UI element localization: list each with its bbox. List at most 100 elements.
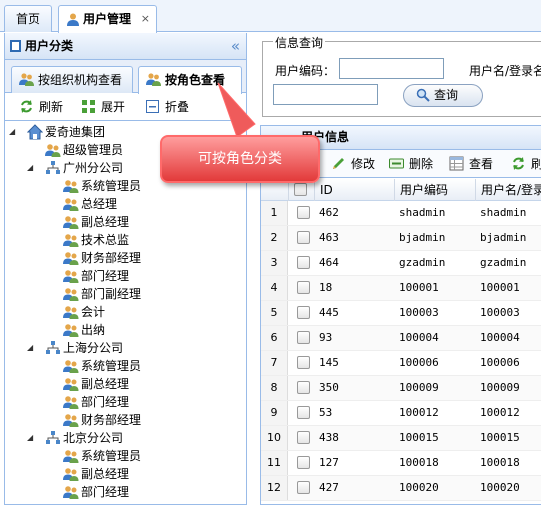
users-icon (63, 234, 79, 247)
row-checkbox[interactable] (297, 231, 310, 244)
delete-icon (389, 158, 404, 169)
row-checkbox[interactable] (297, 481, 310, 494)
row-checkbox[interactable] (297, 456, 310, 469)
tree-node-label: 副总经理 (81, 215, 130, 229)
table-row[interactable]: 8 350 100009 100009 (261, 376, 541, 401)
users-icon (63, 396, 79, 409)
row-number: 6 (261, 326, 288, 350)
users-icon (45, 144, 61, 157)
grid-refresh-button[interactable]: 刷 (511, 156, 541, 172)
view-label: 查看 (469, 157, 494, 171)
users-icon (63, 468, 79, 481)
grid-refresh-label: 刷 (531, 157, 541, 171)
tree-toolbar: 刷新 展开 折叠 (5, 93, 246, 121)
collapse-tree-icon (146, 100, 159, 113)
users-icon (63, 198, 79, 211)
cell-user-code: 100015 (399, 431, 439, 444)
edit-icon (333, 158, 344, 169)
table-row[interactable]: 7 145 100006 100006 (261, 351, 541, 376)
table-row[interactable]: 5 445 100003 100003 (261, 301, 541, 326)
cell-username: 100001 (480, 281, 520, 294)
row-checkbox[interactable] (297, 406, 310, 419)
edit-button[interactable]: 修改 (331, 156, 375, 172)
col-username[interactable]: 用户名/登录 (475, 179, 541, 201)
user-category-panel: 用户分类 « 按组织机构查看 按角色查看 刷新 展开 折叠 ◢ 爱奇迪集团 超级… (4, 33, 247, 505)
tree-node-label: 上海分公司 (63, 341, 124, 355)
cell-id: 445 (319, 306, 339, 319)
tab-by-org-label: 按组织机构查看 (38, 73, 123, 87)
table-row[interactable]: 12 427 100020 100020 (261, 476, 541, 501)
table-row[interactable]: 1 462 shadmin shadmin (261, 201, 541, 226)
cell-id: 462 (319, 206, 339, 219)
table-row[interactable]: 11 127 100018 100018 (261, 451, 541, 476)
tab-by-org[interactable]: 按组织机构查看 (11, 66, 133, 93)
table-row[interactable]: 6 93 100004 100004 (261, 326, 541, 351)
row-checkbox[interactable] (297, 431, 310, 444)
row-checkbox[interactable] (297, 306, 310, 319)
delete-button[interactable]: 删除 (389, 156, 433, 172)
collapse-node-icon[interactable]: ◢ (27, 164, 35, 172)
tree-node-label: 系统管理员 (81, 449, 142, 463)
expand-label: 展开 (101, 100, 126, 114)
query-fieldset: 信息查询 用户编码： 用户名/登录名 查询 (262, 34, 541, 117)
user-info-panel: 信息查询 用户编码： 用户名/登录名 查询 用户信息 修改 删除 查看 刷 ID… (252, 33, 541, 505)
row-number: 8 (261, 376, 288, 400)
collapse-node-icon[interactable]: ◢ (27, 344, 35, 352)
select-all-checkbox[interactable] (294, 183, 307, 196)
col-user-code[interactable]: 用户编码 (394, 179, 475, 201)
collapse-node-icon[interactable]: ◢ (27, 434, 35, 442)
fold-button[interactable]: 折叠 (145, 99, 189, 115)
edit-label: 修改 (351, 157, 376, 171)
row-checkbox[interactable] (297, 256, 310, 269)
query-button[interactable]: 查询 (403, 84, 483, 107)
cell-user-code: 100003 (399, 306, 439, 319)
table-row[interactable]: 10 438 100015 100015 (261, 426, 541, 451)
users-icon (63, 486, 79, 499)
panel-icon (10, 40, 21, 52)
users-icon (63, 288, 79, 301)
expand-button[interactable]: 展开 (81, 99, 125, 115)
cell-id: 127 (319, 456, 339, 469)
cell-id: 18 (319, 281, 333, 294)
tab-home[interactable]: 首页 (4, 5, 52, 32)
tree-node-label: 部门经理 (81, 269, 130, 283)
user-code-input[interactable] (339, 58, 444, 79)
row-checkbox[interactable] (297, 331, 310, 344)
role-users-icon (146, 73, 161, 86)
tree-node-label: 副总经理 (81, 467, 130, 481)
col-id[interactable]: ID (314, 179, 394, 201)
row-checkbox[interactable] (297, 356, 310, 369)
cell-username: 100004 (480, 331, 520, 344)
cell-user-code: 100004 (399, 331, 439, 344)
table-row[interactable]: 4 18 100001 100001 (261, 276, 541, 301)
tree-node-label: 部门经理 (81, 485, 130, 499)
close-icon[interactable]: × (141, 6, 150, 32)
cell-user-code: 100009 (399, 381, 439, 394)
tree-node-label: 系统管理员 (81, 179, 142, 193)
collapse-node-icon[interactable]: ◢ (9, 128, 17, 136)
collapse-icon[interactable]: « (231, 33, 240, 59)
row-number: 1 (261, 201, 288, 225)
row-checkbox[interactable] (297, 206, 310, 219)
cell-username: shadmin (480, 206, 527, 219)
users-icon (63, 270, 79, 283)
table-row[interactable]: 3 464 gzadmin gzadmin (261, 251, 541, 276)
tab-user-management[interactable]: 用户管理 × (58, 5, 157, 33)
cell-id: 438 (319, 431, 339, 444)
refresh-button[interactable]: 刷新 (19, 99, 63, 115)
table-row[interactable]: 2 463 bjadmin bjadmin (261, 226, 541, 251)
view-button[interactable]: 查看 (449, 156, 493, 172)
refresh-icon (21, 100, 32, 113)
callout-pointer (217, 82, 256, 138)
panel-title: 用户分类 (25, 39, 74, 53)
category-tabs: 按组织机构查看 按角色查看 (5, 60, 246, 94)
org-icon (46, 161, 60, 174)
row-number: 7 (261, 351, 288, 375)
row-checkbox[interactable] (297, 281, 310, 294)
cell-username: bjadmin (480, 231, 527, 244)
org-icon (46, 431, 60, 444)
username-input[interactable] (273, 84, 378, 105)
cell-id: 93 (319, 331, 333, 344)
row-checkbox[interactable] (297, 381, 310, 394)
table-row[interactable]: 9 53 100012 100012 (261, 401, 541, 426)
